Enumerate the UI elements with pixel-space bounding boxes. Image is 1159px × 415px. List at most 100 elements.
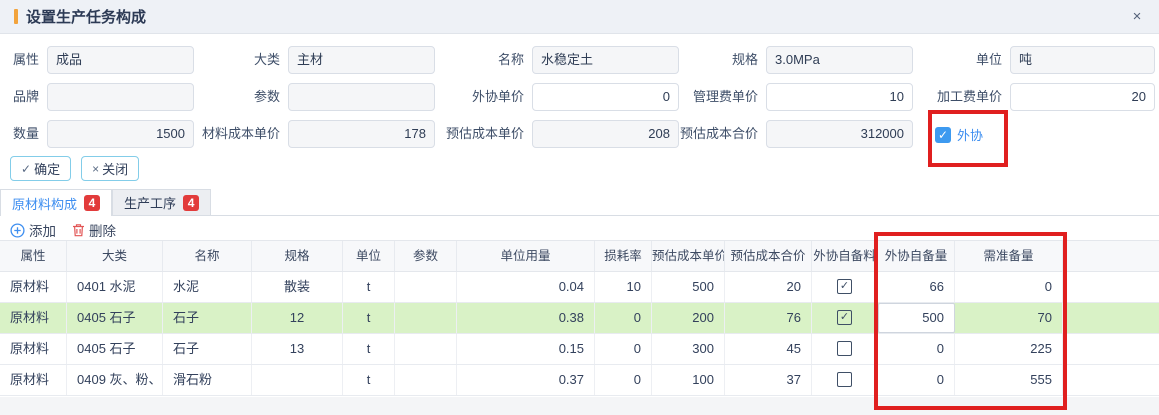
- self-supply-checkbox[interactable]: ✓: [837, 310, 852, 325]
- cell-r2c7[interactable]: 0.38: [457, 303, 595, 333]
- table-row[interactable]: 原材料0409 灰、粉、土等滑石粉t0.370100370555: [0, 365, 1159, 396]
- cell-r2c11[interactable]: ✓: [812, 303, 878, 333]
- cell-r2c6[interactable]: [395, 303, 457, 333]
- materials-table: 属性大类名称规格单位参数单位用量损耗率预估成本单价预估成本合价外协自备料外协自备…: [0, 240, 1159, 396]
- cell-r3c3[interactable]: 石子: [163, 334, 252, 364]
- cell-r1c12[interactable]: 66: [878, 272, 955, 302]
- form-label-r2c4: 管理费单价: [634, 82, 758, 112]
- col-header-5: 单位: [343, 241, 395, 271]
- cell-r1c1[interactable]: 原材料: [0, 272, 67, 302]
- cell-r1c10[interactable]: 20: [725, 272, 812, 302]
- cell-r1c6[interactable]: [395, 272, 457, 302]
- table-header-row: 属性大类名称规格单位参数单位用量损耗率预估成本单价预估成本合价外协自备料外协自备…: [0, 240, 1159, 272]
- trash-icon: [72, 223, 85, 237]
- col-header-filler: [1063, 241, 1159, 271]
- outsource-checkbox-label: 外协: [957, 125, 983, 144]
- form-area: 属性成品大类主材名称水稳定土规格3.0MPa单位吨品牌参数外协单价0管理费单价1…: [0, 0, 1159, 155]
- grid-toolbar: 添加 删除: [10, 220, 116, 240]
- col-header-3: 名称: [163, 241, 252, 271]
- cell-r4c13[interactable]: 555: [955, 365, 1063, 395]
- cell-r2c13[interactable]: 70: [955, 303, 1063, 333]
- cell-r4c1[interactable]: 原材料: [0, 365, 67, 395]
- form-input-r3c4[interactable]: 312000: [766, 120, 913, 148]
- add-button-label: 添加: [29, 220, 56, 240]
- cell-r4c2[interactable]: 0409 灰、粉、土等: [67, 365, 163, 395]
- check-icon: ✓: [21, 162, 31, 176]
- tab-count-badge: 4: [84, 195, 100, 211]
- cell-r2c10[interactable]: 76: [725, 303, 812, 333]
- delete-button[interactable]: 删除: [72, 220, 116, 240]
- cell-r2c2[interactable]: 0405 石子: [67, 303, 163, 333]
- confirm-button[interactable]: ✓ 确定: [10, 156, 71, 181]
- tab-label: 原材料构成: [12, 194, 77, 213]
- cell-r3c9[interactable]: 300: [652, 334, 725, 364]
- form-label-r1c2: 大类: [156, 45, 280, 75]
- form-label-r3c2: 材料成本单价: [156, 119, 280, 149]
- cell-r2c5[interactable]: t: [343, 303, 395, 333]
- form-label-r3c1: 数量: [0, 119, 39, 149]
- cell-r1c8[interactable]: 10: [595, 272, 652, 302]
- cell-r3c4[interactable]: 13: [252, 334, 343, 364]
- col-header-8: 损耗率: [595, 241, 652, 271]
- cell-r4c7[interactable]: 0.37: [457, 365, 595, 395]
- cell-r2c8[interactable]: 0: [595, 303, 652, 333]
- table-row[interactable]: 原材料0401 水泥水泥散装t 0.041050020 ✓ 660: [0, 272, 1159, 303]
- cell-r4c6[interactable]: [395, 365, 457, 395]
- cell-r2c4[interactable]: 12: [252, 303, 343, 333]
- cell-r4c11[interactable]: [812, 365, 878, 395]
- cell-r4c3[interactable]: 滑石粉: [163, 365, 252, 395]
- delete-button-label: 删除: [89, 220, 116, 240]
- cell-r2c3[interactable]: 石子: [163, 303, 252, 333]
- cell-r1c5[interactable]: t: [343, 272, 395, 302]
- cell-r1c3[interactable]: 水泥: [163, 272, 252, 302]
- form-input-r2c5[interactable]: 20: [1010, 83, 1155, 111]
- action-button-row: ✓ 确定 × 关闭: [10, 156, 139, 181]
- cell-r3c1[interactable]: 原材料: [0, 334, 67, 364]
- cell-r4c10[interactable]: 37: [725, 365, 812, 395]
- cell-r1c4[interactable]: 散装: [252, 272, 343, 302]
- table-row[interactable]: 原材料0405 石子石子13t0.150300450225: [0, 334, 1159, 365]
- col-header-10: 预估成本合价: [725, 241, 812, 271]
- cell-r3c6[interactable]: [395, 334, 457, 364]
- cell-r1c11[interactable]: ✓: [812, 272, 878, 302]
- self-supply-checkbox[interactable]: [837, 372, 852, 387]
- cell-r3c5[interactable]: t: [343, 334, 395, 364]
- tab-process[interactable]: 生产工序4: [112, 189, 211, 215]
- cell-r3c10[interactable]: 45: [725, 334, 812, 364]
- col-header-12: 外协自备量: [878, 241, 955, 271]
- cell-r4c12[interactable]: 0: [878, 365, 955, 395]
- cell-r2c1[interactable]: 原材料: [0, 303, 67, 333]
- cell-r3c2[interactable]: 0405 石子: [67, 334, 163, 364]
- cell-r3c12[interactable]: 0: [878, 334, 955, 364]
- cell-r1c9[interactable]: 500: [652, 272, 725, 302]
- cell-r1c2[interactable]: 0401 水泥: [67, 272, 163, 302]
- cell-r1c13[interactable]: 0: [955, 272, 1063, 302]
- cell-r3c11[interactable]: [812, 334, 878, 364]
- cell-r4c5[interactable]: t: [343, 365, 395, 395]
- close-button-label: 关闭: [102, 159, 128, 178]
- self-supply-checkbox[interactable]: [837, 341, 852, 356]
- form-input-r1c5[interactable]: 吨: [1010, 46, 1155, 74]
- form-label-r1c1: 属性: [0, 45, 39, 75]
- cell-r4c4[interactable]: [252, 365, 343, 395]
- col-header-13: 需准备量: [955, 241, 1063, 271]
- add-button[interactable]: 添加: [10, 220, 56, 240]
- close-x-icon: ×: [92, 162, 99, 176]
- tab-materials[interactable]: 原材料构成 4: [0, 189, 112, 216]
- cell-r4c9[interactable]: 100: [652, 365, 725, 395]
- cell-r1c7[interactable]: 0.04: [457, 272, 595, 302]
- table-row[interactable]: 原材料0405 石子石子12t 0.38020076 ✓ 50070: [0, 303, 1159, 334]
- outsource-checkbox[interactable]: ✓外协: [935, 125, 983, 144]
- cell-r2c12[interactable]: 500: [878, 303, 955, 333]
- col-header-2: 大类: [67, 241, 163, 271]
- col-header-4: 规格: [252, 241, 343, 271]
- cell-filler: [1063, 334, 1159, 364]
- cell-r2c9[interactable]: 200: [652, 303, 725, 333]
- cell-r4c8[interactable]: 0: [595, 365, 652, 395]
- cell-r3c8[interactable]: 0: [595, 334, 652, 364]
- cell-r3c7[interactable]: 0.15: [457, 334, 595, 364]
- col-header-7: 单位用量: [457, 241, 595, 271]
- self-supply-checkbox[interactable]: ✓: [837, 279, 852, 294]
- cell-r3c13[interactable]: 225: [955, 334, 1063, 364]
- close-button[interactable]: × 关闭: [81, 156, 139, 181]
